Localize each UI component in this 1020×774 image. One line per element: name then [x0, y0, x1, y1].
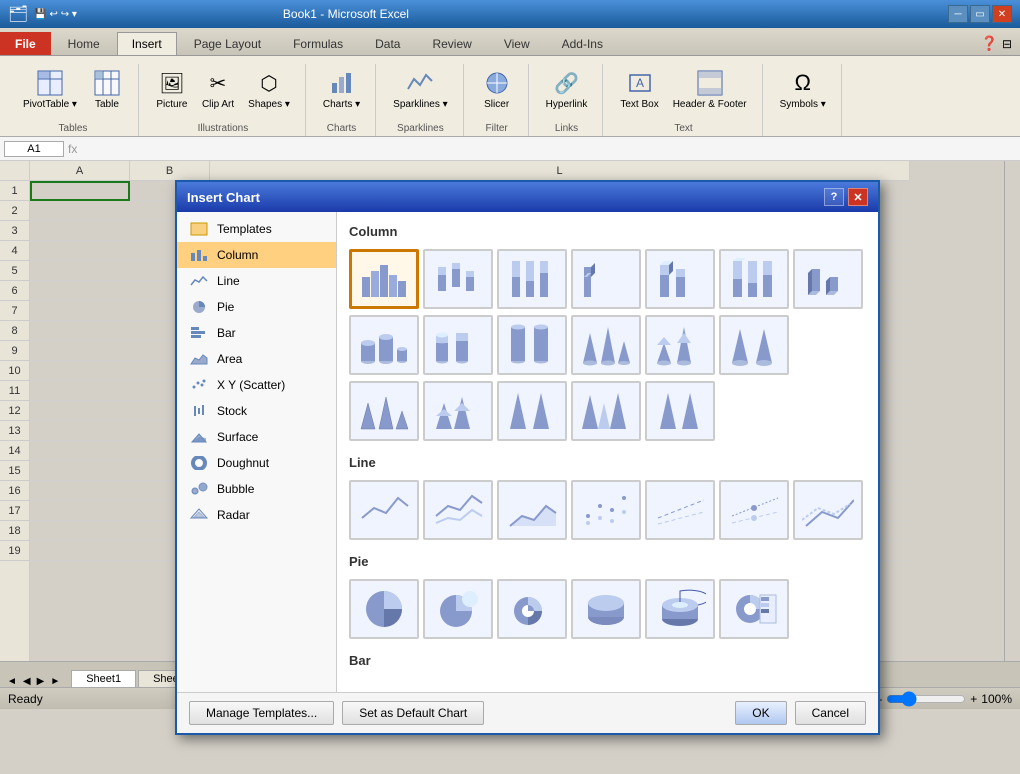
- chart-thumb-pie5[interactable]: [645, 579, 715, 639]
- column-chart-row3: [349, 381, 866, 441]
- dialog-title-bar: Insert Chart ? ✕: [177, 182, 878, 212]
- bubble-chart-icon: [189, 481, 209, 497]
- chart-thumb-pie2[interactable]: [423, 579, 493, 639]
- chart-thumb-pyramid5[interactable]: [645, 381, 715, 441]
- chart-type-line[interactable]: Line: [177, 268, 336, 294]
- chart-type-stock[interactable]: Stock: [177, 398, 336, 424]
- chart-thumb-pyramid2[interactable]: [423, 381, 493, 441]
- chart-type-pie-label: Pie: [217, 300, 234, 314]
- stock-chart-icon: [189, 403, 209, 419]
- chart-type-templates-label: Templates: [217, 222, 272, 236]
- chart-type-pie[interactable]: Pie: [177, 294, 336, 320]
- chart-thumb-cone1[interactable]: [571, 315, 641, 375]
- chart-thumb-3d-column[interactable]: [793, 249, 863, 309]
- chart-thumb-cylinder2[interactable]: [423, 315, 493, 375]
- chart-thumb-pyramid3[interactable]: [497, 381, 567, 441]
- chart-type-stock-label: Stock: [217, 404, 247, 418]
- radar-chart-icon: [189, 507, 209, 523]
- chart-thumb-pie3[interactable]: [497, 579, 567, 639]
- chart-type-column-label: Column: [217, 248, 258, 262]
- area-chart-icon: [189, 351, 209, 367]
- chart-type-templates[interactable]: Templates: [177, 216, 336, 242]
- chart-thumb-line5[interactable]: [645, 480, 715, 540]
- column-chart-icon: [189, 247, 209, 263]
- dialog-close-button[interactable]: ✕: [848, 188, 868, 206]
- chart-type-xy-scatter-label: X Y (Scatter): [217, 378, 285, 392]
- chart-type-doughnut-label: Doughnut: [217, 456, 269, 470]
- pie-chart-row: [349, 579, 866, 639]
- chart-thumb-stacked-column[interactable]: [423, 249, 493, 309]
- chart-thumb-3d-clustered-column[interactable]: [571, 249, 641, 309]
- chart-thumb-line2[interactable]: [423, 480, 493, 540]
- line-section-title: Line: [349, 455, 866, 470]
- dialog-title-controls: ? ✕: [824, 188, 868, 206]
- chart-thumb-3d-100-stacked-column[interactable]: [719, 249, 789, 309]
- pie-chart-icon: [189, 299, 209, 315]
- chart-thumb-line3[interactable]: [497, 480, 567, 540]
- chart-thumb-cylinder3[interactable]: [497, 315, 567, 375]
- chart-type-area[interactable]: Area: [177, 346, 336, 372]
- surface-chart-icon: [189, 429, 209, 445]
- chart-thumb-pyramid1[interactable]: [349, 381, 419, 441]
- doughnut-chart-icon: [189, 455, 209, 471]
- chart-thumb-cone2[interactable]: [645, 315, 715, 375]
- chart-type-surface-label: Surface: [217, 430, 258, 444]
- line-chart-icon: [189, 273, 209, 289]
- chart-type-radar-label: Radar: [217, 508, 250, 522]
- chart-thumb-pie1[interactable]: [349, 579, 419, 639]
- dialog-overlay: Insert Chart ? ✕ Templates: [0, 161, 1020, 661]
- chart-type-column[interactable]: Column: [177, 242, 336, 268]
- chart-thumb-line4[interactable]: [571, 480, 641, 540]
- dialog-help-button[interactable]: ?: [824, 188, 844, 206]
- chart-type-surface[interactable]: Surface: [177, 424, 336, 450]
- chart-type-bar[interactable]: Bar: [177, 320, 336, 346]
- line-chart-row: [349, 480, 866, 540]
- bar-section-title: Bar: [349, 653, 866, 661]
- dialog-body: Templates Column Line: [177, 212, 878, 661]
- chart-thumb-pie6[interactable]: [719, 579, 789, 639]
- chart-type-list: Templates Column Line: [177, 212, 337, 661]
- chart-thumb-cone3[interactable]: [719, 315, 789, 375]
- chart-type-bar-label: Bar: [217, 326, 236, 340]
- pie-section-title: Pie: [349, 554, 866, 569]
- chart-thumb-cylinder1[interactable]: [349, 315, 419, 375]
- chart-type-line-label: Line: [217, 274, 240, 288]
- chart-type-bubble[interactable]: Bubble: [177, 476, 336, 502]
- templates-icon: [189, 221, 209, 237]
- insert-chart-dialog: Insert Chart ? ✕ Templates: [175, 180, 880, 661]
- column-chart-row2: [349, 315, 866, 375]
- chart-thumb-3d-stacked-column[interactable]: [645, 249, 715, 309]
- chart-thumb-line7[interactable]: [793, 480, 863, 540]
- chart-thumb-100-stacked-column[interactable]: [497, 249, 567, 309]
- chart-type-area-label: Area: [217, 352, 242, 366]
- chart-type-bubble-label: Bubble: [217, 482, 254, 496]
- chart-thumb-line6[interactable]: [719, 480, 789, 540]
- column-section-title: Column: [349, 224, 866, 239]
- chart-type-xy-scatter[interactable]: X Y (Scatter): [177, 372, 336, 398]
- chart-thumb-clustered-column[interactable]: [349, 249, 419, 309]
- chart-thumb-pyramid4[interactable]: [571, 381, 641, 441]
- xy-scatter-icon: [189, 377, 209, 393]
- column-chart-row1: [349, 249, 866, 309]
- dialog-title-text: Insert Chart: [187, 190, 260, 205]
- chart-panel: Column: [337, 212, 878, 661]
- chart-thumb-pie4[interactable]: [571, 579, 641, 639]
- chart-type-radar[interactable]: Radar: [177, 502, 336, 528]
- bar-chart-icon: [189, 325, 209, 341]
- chart-type-doughnut[interactable]: Doughnut: [177, 450, 336, 476]
- chart-thumb-line1[interactable]: [349, 480, 419, 540]
